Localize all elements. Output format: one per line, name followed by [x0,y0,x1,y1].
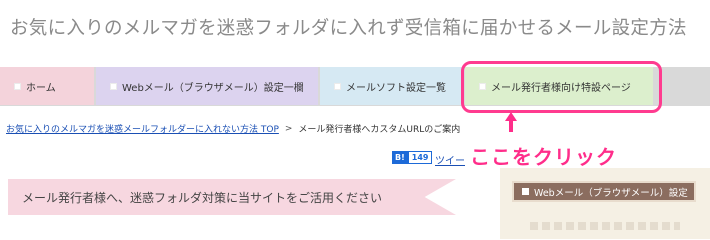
sidebar-header: Webメール（ブラウザメール）設定 [512,181,696,202]
sidebar-header-label: Webメール（ブラウザメール）設定 [534,187,688,199]
tab-mail-software-settings[interactable]: メールソフト設定一覧 [320,67,462,105]
breadcrumb-separator: > [284,123,293,134]
tab-bullet-icon [334,82,341,90]
callout-arrow-icon [505,112,517,132]
highlight-box [461,61,662,113]
hatebu-icon: B! [392,151,408,164]
callout-text: ここをクリック [470,145,617,169]
sidebar-faded-content [530,222,680,230]
tweet-link[interactable]: ツイー [435,152,465,167]
tab-home[interactable]: ホーム [0,67,94,105]
hatebu-bookmark-button[interactable]: B! 149 [392,151,433,164]
breadcrumb-home-link[interactable]: お気に入りのメルマガを迷惑メールフォルダーに入れない方法 TOP [6,122,279,135]
tab-label: ホーム [26,82,56,94]
tab-label: メールソフト設定一覧 [346,82,446,94]
breadcrumb-current: メール発行者様へカスタムURLのご案内 [298,125,461,135]
banner-text: メール発行者様へ、迷惑フォルダ対策に当サイトをご活用ください [22,190,383,205]
sidebar-bullet-icon [522,188,529,195]
page-banner: メール発行者様へ、迷惑フォルダ対策に当サイトをご活用ください [8,179,456,215]
tab-label: Webメール（ブラウザメール）設定一欄 [122,82,304,94]
tab-webmail-settings[interactable]: Webメール（ブラウザメール）設定一欄 [96,67,318,105]
site-title: お気に入りのメルマガを迷惑フォルダに入れず受信箱に届かせるメール設定方法 [10,18,687,39]
tab-bullet-icon [14,82,21,90]
tab-bullet-icon [110,82,117,90]
hatebu-count: 149 [407,151,433,164]
breadcrumb: お気に入りのメルマガを迷惑メールフォルダーに入れない方法 TOP > メール発行… [6,122,461,136]
